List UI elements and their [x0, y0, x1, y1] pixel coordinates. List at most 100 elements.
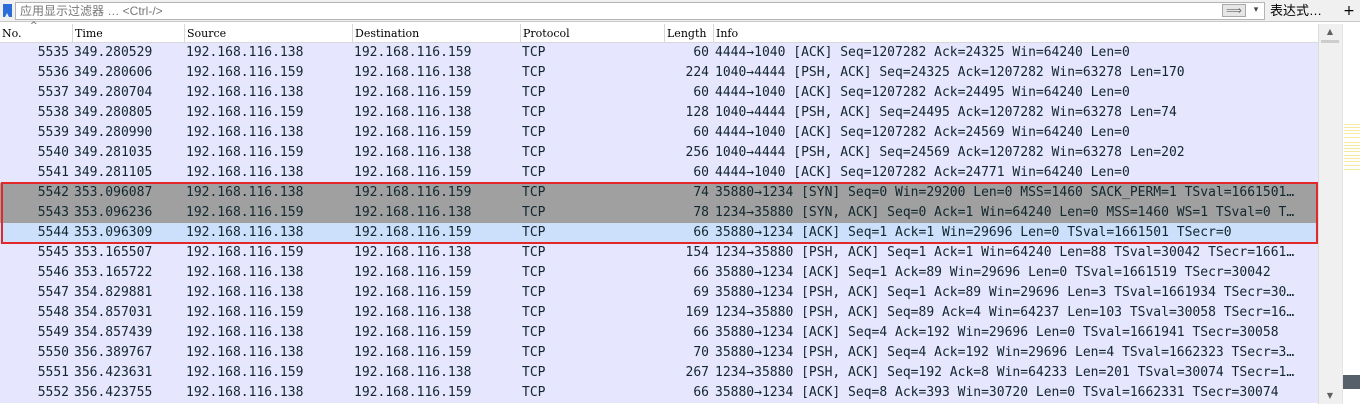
packet-row[interactable]: 5546 353.165722 192.168.116.138 192.168.116… [0, 263, 1318, 283]
packet-number: 5547 [37, 285, 69, 300]
column-header-source[interactable]: Source [184, 24, 352, 42]
packet-protocol: TCP [522, 265, 546, 280]
filter-history-dropdown-icon[interactable]: ▾ [1250, 4, 1262, 17]
packet-destination: 192.168.116.138 [354, 245, 472, 260]
packet-row[interactable]: 5538 349.280805 192.168.116.159 192.168.116… [0, 103, 1318, 123]
packet-length: 66 [693, 265, 709, 280]
add-filter-button[interactable]: + [1341, 0, 1357, 22]
packet-destination: 192.168.116.159 [354, 125, 472, 140]
packet-number: 5542 [37, 185, 69, 200]
column-header-length[interactable]: Length [664, 24, 713, 42]
minimap-mark [1344, 142, 1360, 143]
packet-time: 354.857439 [74, 325, 153, 340]
scroll-down-arrow-icon[interactable]: ▼ [1318, 388, 1342, 404]
packet-row[interactable]: 5544 353.096309 192.168.116.138 192.168.116… [0, 223, 1318, 243]
packet-info: 1040→4444 [PSH, ACK] Seq=24569 Ack=12072… [715, 145, 1185, 160]
packet-length: 256 [685, 145, 709, 160]
packet-row[interactable]: 5543 353.096236 192.168.116.159 192.168.116… [0, 203, 1318, 223]
packet-row[interactable]: 5550 356.389767 192.168.116.138 192.168.116… [0, 343, 1318, 363]
minimap-mark [1344, 158, 1360, 159]
packet-info: 1040→4444 [PSH, ACK] Seq=24495 Ack=12072… [715, 105, 1177, 120]
packet-source: 192.168.116.138 [186, 185, 304, 200]
column-header-info[interactable]: Info [713, 24, 1318, 42]
packet-row[interactable]: 5551 356.423631 192.168.116.159 192.168.116… [0, 363, 1318, 383]
packet-destination: 192.168.116.138 [354, 105, 472, 120]
packet-time: 349.280805 [74, 105, 153, 120]
packet-protocol: TCP [522, 45, 546, 60]
column-header-protocol[interactable]: Protocol [520, 24, 664, 42]
expression-button[interactable]: 表达式… [1270, 0, 1322, 22]
packet-time: 354.829881 [74, 285, 153, 300]
packet-destination: 192.168.116.138 [354, 145, 472, 160]
packet-number: 5552 [37, 385, 69, 400]
packet-source: 192.168.116.138 [186, 285, 304, 300]
display-filter-input[interactable]: 应用显示过滤器 … <Ctrl-/> [15, 2, 1265, 20]
scrollbar-thumb[interactable] [1321, 40, 1339, 43]
packet-minimap[interactable] [1342, 24, 1360, 404]
bookmark-icon[interactable] [3, 4, 12, 17]
packet-destination: 192.168.116.138 [354, 305, 472, 320]
display-filter-toolbar: 应用显示过滤器 … <Ctrl-/> ⟹ ▾ 表达式… + [0, 0, 1360, 22]
packet-destination: 192.168.116.138 [354, 65, 472, 80]
packet-source: 192.168.116.138 [186, 325, 304, 340]
column-header-no[interactable]: No. ^ [0, 22, 72, 42]
packet-length: 60 [693, 125, 709, 140]
packet-info: 4444→1040 [ACK] Seq=1207282 Ack=24771 Wi… [715, 165, 1130, 180]
packet-row[interactable]: 5545 353.165507 192.168.116.159 192.168.116… [0, 243, 1318, 263]
packet-source: 192.168.116.138 [186, 165, 304, 180]
scroll-up-arrow-icon[interactable]: ▲ [1318, 24, 1342, 40]
packet-row[interactable]: 5542 353.096087 192.168.116.138 192.168.116… [0, 183, 1318, 203]
packet-row[interactable]: 5548 354.857031 192.168.116.159 192.168.116… [0, 303, 1318, 323]
minimap-position-marker [1343, 375, 1360, 389]
column-header-destination[interactable]: Destination [352, 24, 520, 42]
minimap-mark [1344, 155, 1360, 156]
packet-time: 353.096236 [74, 205, 153, 220]
packet-row[interactable]: 5549 354.857439 192.168.116.138 192.168.116… [0, 323, 1318, 343]
packet-time: 356.423755 [74, 385, 153, 400]
packet-row[interactable]: 5536 349.280606 192.168.116.159 192.168.116… [0, 63, 1318, 83]
packet-length: 154 [685, 245, 709, 260]
packet-row[interactable]: 5539 349.280990 192.168.116.138 192.168.116… [0, 123, 1318, 143]
packet-time: 349.280990 [74, 125, 153, 140]
packet-list: 5535 349.280529 192.168.116.138 192.168.116… [0, 43, 1318, 404]
packet-time: 356.389767 [74, 345, 153, 360]
minimap-mark [1344, 127, 1360, 128]
packet-info: 1234→35880 [SYN, ACK] Seq=0 Ack=1 Win=64… [715, 205, 1295, 220]
minimap-mark [1344, 169, 1360, 170]
packet-number: 5546 [37, 265, 69, 280]
packet-list-header: No. ^ Time Source Destination Protocol L… [0, 22, 1318, 43]
packet-length: 66 [693, 385, 709, 400]
apply-filter-button[interactable]: ⟹ [1222, 4, 1246, 17]
vertical-scrollbar[interactable] [1318, 24, 1342, 404]
packet-time: 349.281035 [74, 145, 153, 160]
packet-info: 35880→1234 [ACK] Seq=4 Ack=192 Win=29696… [715, 325, 1279, 340]
packet-protocol: TCP [522, 65, 546, 80]
packet-protocol: TCP [522, 385, 546, 400]
packet-row[interactable]: 5540 349.281035 192.168.116.159 192.168.116… [0, 143, 1318, 163]
packet-protocol: TCP [522, 225, 546, 240]
packet-time: 353.165722 [74, 265, 153, 280]
packet-protocol: TCP [522, 245, 546, 260]
packet-length: 60 [693, 45, 709, 60]
packet-source: 192.168.116.138 [186, 345, 304, 360]
column-header-time[interactable]: Time [72, 24, 184, 42]
packet-info: 35880→1234 [PSH, ACK] Seq=4 Ack=192 Win=… [715, 345, 1295, 360]
packet-number: 5536 [37, 65, 69, 80]
packet-row[interactable]: 5535 349.280529 192.168.116.138 192.168.116… [0, 43, 1318, 63]
packet-row[interactable]: 5541 349.281105 192.168.116.138 192.168.116… [0, 163, 1318, 183]
packet-info: 1234→35880 [PSH, ACK] Seq=89 Ack=4 Win=6… [715, 305, 1295, 320]
minimap-mark [1344, 151, 1360, 152]
packet-info: 4444→1040 [ACK] Seq=1207282 Ack=24495 Wi… [715, 85, 1130, 100]
packet-row[interactable]: 5552 356.423755 192.168.116.138 192.168.116… [0, 383, 1318, 403]
packet-number: 5541 [37, 165, 69, 180]
packet-protocol: TCP [522, 325, 546, 340]
packet-destination: 192.168.116.159 [354, 85, 472, 100]
column-title: No. [2, 27, 22, 40]
packet-length: 60 [693, 85, 709, 100]
packet-destination: 192.168.116.159 [354, 185, 472, 200]
packet-length: 69 [693, 285, 709, 300]
packet-row[interactable]: 5537 349.280704 192.168.116.138 192.168.116… [0, 83, 1318, 103]
packet-row[interactable]: 5547 354.829881 192.168.116.138 192.168.116… [0, 283, 1318, 303]
packet-protocol: TCP [522, 85, 546, 100]
packet-info: 35880→1234 [ACK] Seq=1 Ack=1 Win=29696 L… [715, 225, 1232, 240]
